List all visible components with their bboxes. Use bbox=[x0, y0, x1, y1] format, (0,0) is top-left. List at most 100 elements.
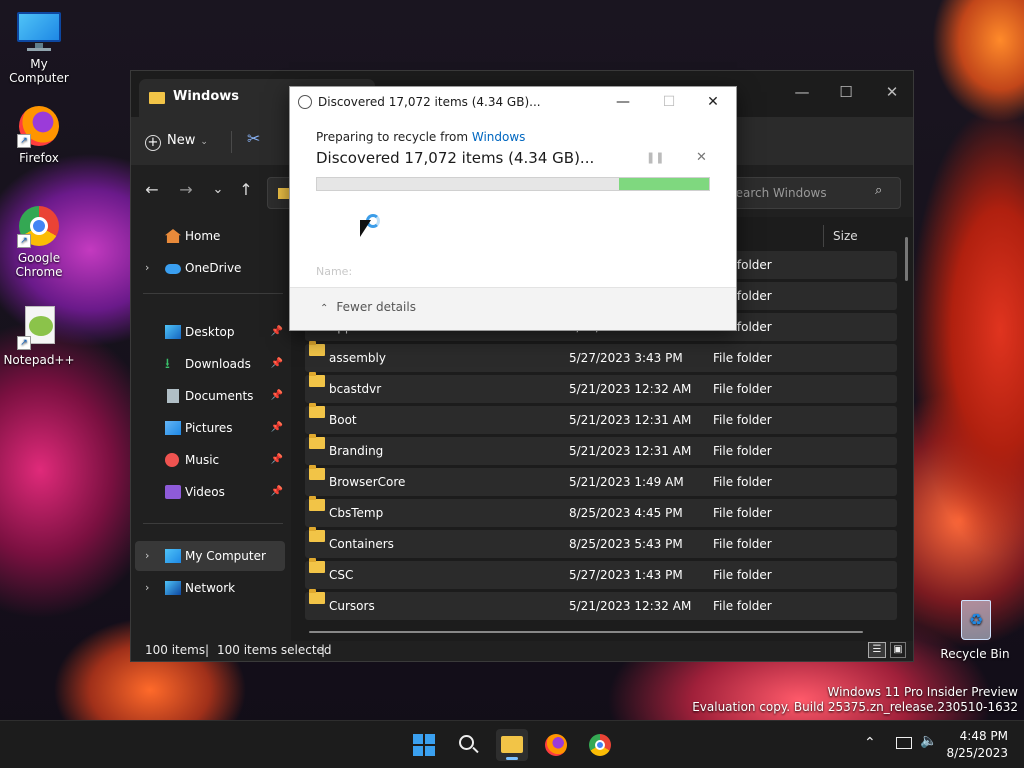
forward-arrow-icon[interactable]: → bbox=[175, 179, 197, 201]
toolbar-divider bbox=[231, 131, 232, 153]
taskbar: ⌃ 🔈 4:48 PM 8/25/2023 bbox=[0, 720, 1024, 768]
sidebar-item-pictures[interactable]: Pictures 📌 bbox=[135, 413, 285, 443]
desktop-icon-notepadpp[interactable]: ↗ Notepad++ bbox=[0, 306, 78, 367]
search-input[interactable]: Search Windows bbox=[715, 177, 901, 209]
table-row[interactable]: CbsTemp 8/25/2023 4:45 PM File folder bbox=[305, 496, 897, 527]
folder-icon bbox=[149, 92, 165, 104]
pin-icon[interactable]: 📌 bbox=[271, 317, 283, 347]
back-arrow-icon[interactable]: ← bbox=[141, 179, 163, 201]
pin-icon[interactable]: 📌 bbox=[271, 445, 283, 475]
table-row[interactable]: bcastdvr 5/21/2023 12:32 AM File folder bbox=[305, 372, 897, 403]
row-date: 5/21/2023 1:49 AM bbox=[569, 475, 684, 489]
sidebar-item-my-computer[interactable]: › My Computer bbox=[135, 541, 285, 571]
vertical-scrollbar[interactable] bbox=[905, 237, 908, 281]
chevron-right-icon[interactable]: › bbox=[145, 253, 149, 283]
firefox-icon: ↗ bbox=[17, 104, 61, 148]
pin-icon[interactable]: 📌 bbox=[271, 413, 283, 443]
monitor-icon bbox=[165, 549, 181, 563]
horizontal-scrollbar[interactable] bbox=[309, 631, 863, 633]
details-view-icon[interactable]: ☰ bbox=[868, 642, 886, 658]
pin-icon[interactable]: 📌 bbox=[271, 349, 283, 379]
cancel-icon[interactable]: ✕ bbox=[696, 150, 707, 165]
monitor-icon bbox=[17, 10, 61, 54]
status-selected-count: 100 items selected bbox=[217, 643, 332, 657]
tray-chevron-up-icon[interactable]: ⌃ bbox=[864, 735, 876, 751]
recycle-bin-icon: ♻ bbox=[953, 600, 997, 644]
table-row[interactable]: Cursors 5/21/2023 12:32 AM File folder bbox=[305, 589, 897, 620]
tiles-view-icon[interactable]: ▣ bbox=[890, 642, 906, 658]
sidebar-divider bbox=[143, 293, 283, 294]
clock-date[interactable]: 8/25/2023 bbox=[946, 746, 1008, 760]
progress-heading: Discovered 17,072 items (4.34 GB)... bbox=[316, 149, 595, 167]
chevron-right-icon[interactable]: › bbox=[145, 573, 149, 603]
chevron-down-icon: ⌄ bbox=[200, 137, 208, 147]
up-arrow-icon[interactable]: ↑ bbox=[235, 179, 257, 201]
recent-chevron-icon[interactable]: ⌄ bbox=[207, 179, 229, 201]
network-tray-icon[interactable] bbox=[896, 737, 912, 749]
clock-icon bbox=[298, 95, 312, 109]
pin-icon[interactable]: 📌 bbox=[271, 381, 283, 411]
fewer-details-button[interactable]: ⌃ Fewer details bbox=[320, 300, 416, 314]
table-row[interactable]: Branding 5/21/2023 12:31 AM File folder bbox=[305, 434, 897, 465]
active-indicator bbox=[506, 757, 518, 760]
home-icon bbox=[165, 229, 181, 243]
document-icon bbox=[167, 389, 179, 403]
dialog-minimize-button[interactable]: — bbox=[600, 87, 646, 117]
desktop-icon-firefox[interactable]: ↗ Firefox bbox=[0, 104, 78, 165]
column-header-size[interactable]: Size bbox=[833, 221, 858, 251]
pin-icon[interactable]: 📌 bbox=[271, 477, 283, 507]
dialog-close-button[interactable]: ✕ bbox=[690, 87, 736, 117]
taskbar-file-explorer-button[interactable] bbox=[496, 729, 528, 761]
cloud-icon bbox=[165, 264, 181, 274]
taskbar-chrome-button[interactable] bbox=[584, 729, 616, 761]
row-type: File folder bbox=[713, 506, 772, 520]
maximize-button[interactable]: ☐ bbox=[823, 77, 869, 107]
sidebar-item-label: Documents bbox=[185, 389, 254, 403]
minimize-button[interactable]: — bbox=[779, 77, 825, 107]
dialog-title: Discovered 17,072 items (4.34 GB)... bbox=[318, 95, 541, 109]
preparing-line: Preparing to recycle from Windows bbox=[316, 130, 525, 144]
taskbar-firefox-button[interactable] bbox=[540, 729, 572, 761]
download-icon: ⭳ bbox=[165, 356, 170, 372]
clock-time[interactable]: 4:48 PM bbox=[960, 729, 1008, 743]
row-type: File folder bbox=[713, 537, 772, 551]
row-name: assembly bbox=[329, 351, 386, 365]
progress-bar bbox=[316, 177, 710, 191]
sidebar-item-label: Desktop bbox=[185, 325, 235, 339]
sidebar-item-downloads[interactable]: ⭳ Downloads 📌 bbox=[135, 349, 285, 379]
sidebar-item-network[interactable]: › Network bbox=[135, 573, 285, 603]
new-button[interactable]: + New ⌄ bbox=[145, 127, 208, 155]
folder-icon bbox=[309, 341, 325, 356]
volume-tray-icon[interactable]: 🔈 bbox=[920, 733, 937, 749]
search-handle bbox=[472, 746, 479, 754]
row-name: bcastdvr bbox=[329, 382, 382, 396]
desktop-icon-chrome[interactable]: ↗ Google Chrome bbox=[0, 204, 78, 279]
table-row[interactable]: CSC 5/27/2023 1:43 PM File folder bbox=[305, 558, 897, 589]
status-bar: 100 items | 100 items selected | ☰ ▣ bbox=[131, 641, 913, 661]
sidebar-item-label: OneDrive bbox=[185, 261, 242, 275]
search-button[interactable] bbox=[452, 729, 484, 761]
pause-icon[interactable]: ❚❚ bbox=[646, 151, 664, 164]
start-button[interactable] bbox=[408, 729, 440, 761]
desktop-icon-my-computer[interactable]: My Computer bbox=[0, 10, 78, 85]
sidebar-item-desktop[interactable]: Desktop 📌 bbox=[135, 317, 285, 347]
cut-icon[interactable]: ✂ bbox=[247, 129, 260, 148]
row-name: Branding bbox=[329, 444, 384, 458]
sidebar-item-label: My Computer bbox=[185, 549, 266, 563]
table-row[interactable]: Containers 8/25/2023 5:43 PM File folder bbox=[305, 527, 897, 558]
sidebar-item-music[interactable]: Music 📌 bbox=[135, 445, 285, 475]
table-row[interactable]: Boot 5/21/2023 12:31 AM File folder bbox=[305, 403, 897, 434]
sidebar-item-documents[interactable]: Documents 📌 bbox=[135, 381, 285, 411]
sidebar-item-onedrive[interactable]: › OneDrive bbox=[135, 253, 285, 283]
table-row[interactable]: BrowserCore 5/21/2023 1:49 AM File folde… bbox=[305, 465, 897, 496]
sidebar-item-videos[interactable]: Videos 📌 bbox=[135, 477, 285, 507]
source-folder-link[interactable]: Windows bbox=[472, 130, 526, 144]
chevron-right-icon[interactable]: › bbox=[145, 541, 149, 571]
sidebar-item-home[interactable]: Home bbox=[135, 221, 285, 251]
table-row[interactable]: assembly 5/27/2023 3:43 PM File folder bbox=[305, 341, 897, 372]
new-button-label: New bbox=[167, 133, 196, 148]
dialog-maximize-button[interactable]: ☐ bbox=[646, 87, 692, 117]
close-button[interactable]: ✕ bbox=[869, 77, 915, 107]
sidebar-item-label: Pictures bbox=[185, 421, 233, 435]
desktop-icon-recycle-bin[interactable]: ♻ Recycle Bin bbox=[936, 600, 1014, 661]
